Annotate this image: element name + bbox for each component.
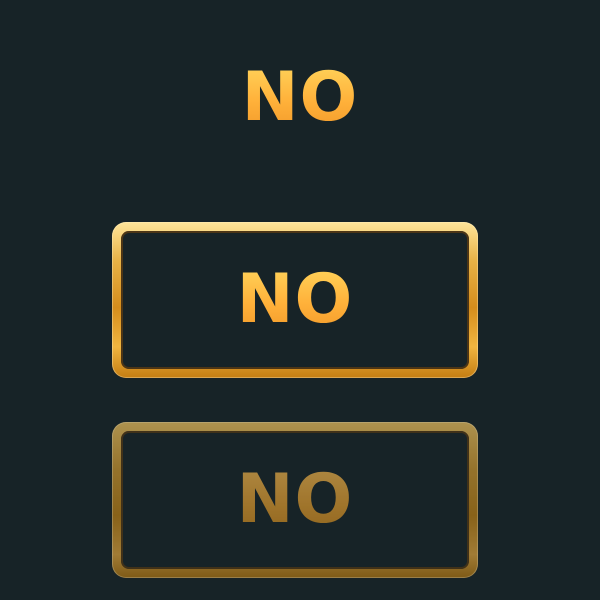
no-button-disabled-face: NO (121, 431, 469, 569)
no-button-label: NO (121, 266, 469, 334)
no-button-disabled-label: NO (121, 466, 469, 534)
no-button[interactable]: NO (112, 222, 478, 378)
no-button-face: NO (121, 231, 469, 369)
button-states-canvas: NO NO NO (0, 0, 600, 600)
no-button-disabled[interactable]: NO (112, 422, 478, 578)
no-text-label: NO (0, 64, 600, 132)
